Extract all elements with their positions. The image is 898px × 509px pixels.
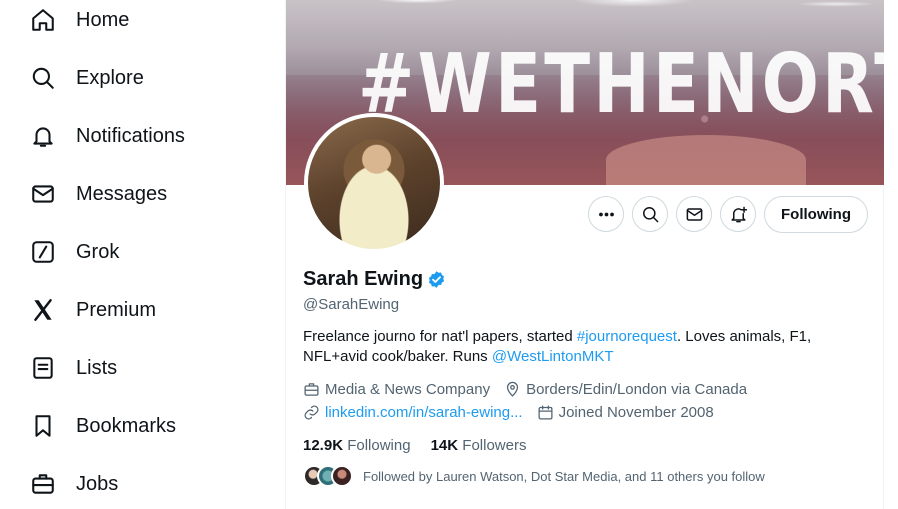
profile-bio: Freelance journo for nat'l papers, start… xyxy=(303,327,863,367)
briefcase-icon xyxy=(30,471,56,497)
envelope-icon xyxy=(30,181,56,207)
following-count: 12.9K xyxy=(303,437,344,454)
banner-lights xyxy=(286,0,884,40)
sidebar-item-home[interactable]: Home xyxy=(30,0,129,40)
x-logo-icon xyxy=(30,297,56,323)
banner-hashtag: #WETHENORTH xyxy=(358,37,884,132)
banner-court xyxy=(606,135,806,185)
profile-location-label: Borders/Edin/London via Canada xyxy=(526,381,748,398)
profile-handle: @SarahEwing xyxy=(303,296,400,313)
verified-badge-icon[interactable] xyxy=(427,270,446,289)
profile-website-link[interactable]: linkedin.com/in/sarah-ewing... xyxy=(325,404,523,421)
followed-by-text[interactable]: Followed by Lauren Watson, Dot Star Medi… xyxy=(363,469,765,484)
sidebar-item-label: Notifications xyxy=(76,124,185,147)
bookmark-icon xyxy=(30,413,56,439)
followed-by-row[interactable]: Followed by Lauren Watson, Dot Star Medi… xyxy=(303,465,765,487)
list-icon xyxy=(30,355,56,381)
followed-by-avatars xyxy=(303,465,355,487)
bio-mention-link[interactable]: @WestLintonMKT xyxy=(492,348,614,365)
notify-button[interactable] xyxy=(720,196,756,232)
bio-hashtag-link[interactable]: #journorequest xyxy=(577,328,677,345)
bell-plus-icon xyxy=(730,206,747,222)
sidebar-item-label: Home xyxy=(76,8,130,31)
profile-panel: #WETHENORTH Following Sarah Ewing @Sarah… xyxy=(285,0,884,509)
profile-category: Media & News Company xyxy=(303,381,490,398)
envelope-icon xyxy=(686,207,702,221)
search-icon xyxy=(30,65,56,91)
followers-count: 14K xyxy=(430,437,459,454)
profile-name: Sarah Ewing xyxy=(303,268,424,290)
following-button[interactable]: Following xyxy=(764,196,868,233)
profile-website[interactable]: linkedin.com/in/sarah-ewing... xyxy=(303,404,523,421)
sidebar-item-messages[interactable]: Messages xyxy=(30,174,167,214)
sidebar-item-notifications[interactable]: Notifications xyxy=(30,116,185,156)
sidebar-item-label: Premium xyxy=(76,298,157,321)
profile-meta-row: Media & News Company Borders/Edin/London… xyxy=(303,381,761,398)
followers-label: Followers xyxy=(462,437,527,454)
profile-location: Borders/Edin/London via Canada xyxy=(504,381,747,398)
sidebar-item-label: Jobs xyxy=(76,472,119,495)
grok-icon xyxy=(30,239,56,265)
briefcase-icon xyxy=(304,383,319,396)
more-icon xyxy=(598,212,614,216)
sidebar-item-grok[interactable]: Grok xyxy=(30,232,119,272)
home-icon xyxy=(30,7,56,33)
following-count-link[interactable]: 12.9K Following xyxy=(303,437,411,454)
sidebar-item-label: Lists xyxy=(76,356,118,379)
followers-count-link[interactable]: 14K Followers xyxy=(431,437,527,454)
following-label: Following xyxy=(347,437,411,454)
profile-name-row: Sarah Ewing xyxy=(303,268,446,291)
sidebar-item-label: Explore xyxy=(76,66,144,89)
profile-stats: 12.9K Following 14K Followers xyxy=(303,437,546,454)
more-button[interactable] xyxy=(588,196,624,232)
link-icon xyxy=(304,405,319,420)
avatar xyxy=(331,465,353,487)
sidebar-item-explore[interactable]: Explore xyxy=(30,58,144,98)
sidebar-item-label: Grok xyxy=(76,240,120,263)
bell-icon xyxy=(30,123,56,149)
calendar-icon xyxy=(538,405,553,420)
message-button[interactable] xyxy=(676,196,712,232)
sidebar-item-label: Messages xyxy=(76,182,168,205)
profile-joined: Joined November 2008 xyxy=(537,404,714,421)
profile-category-label: Media & News Company xyxy=(325,381,491,398)
sidebar-item-jobs[interactable]: Jobs xyxy=(30,464,118,504)
profile-joined-label: Joined November 2008 xyxy=(558,404,714,421)
sidebar-item-label: Bookmarks xyxy=(76,414,177,437)
avatar[interactable] xyxy=(304,113,444,253)
sidebar-nav: Home Explore Notifications Messages Grok… xyxy=(0,0,285,509)
profile-meta-row: linkedin.com/in/sarah-ewing... Joined No… xyxy=(303,404,728,421)
sidebar-item-premium[interactable]: Premium xyxy=(30,290,156,330)
search-profile-button[interactable] xyxy=(632,196,668,232)
location-pin-icon xyxy=(506,381,519,397)
sidebar-item-bookmarks[interactable]: Bookmarks xyxy=(30,406,176,446)
bio-text: Freelance journo for nat'l papers, start… xyxy=(303,328,577,345)
sidebar-item-lists[interactable]: Lists xyxy=(30,348,117,388)
search-icon xyxy=(642,206,658,222)
